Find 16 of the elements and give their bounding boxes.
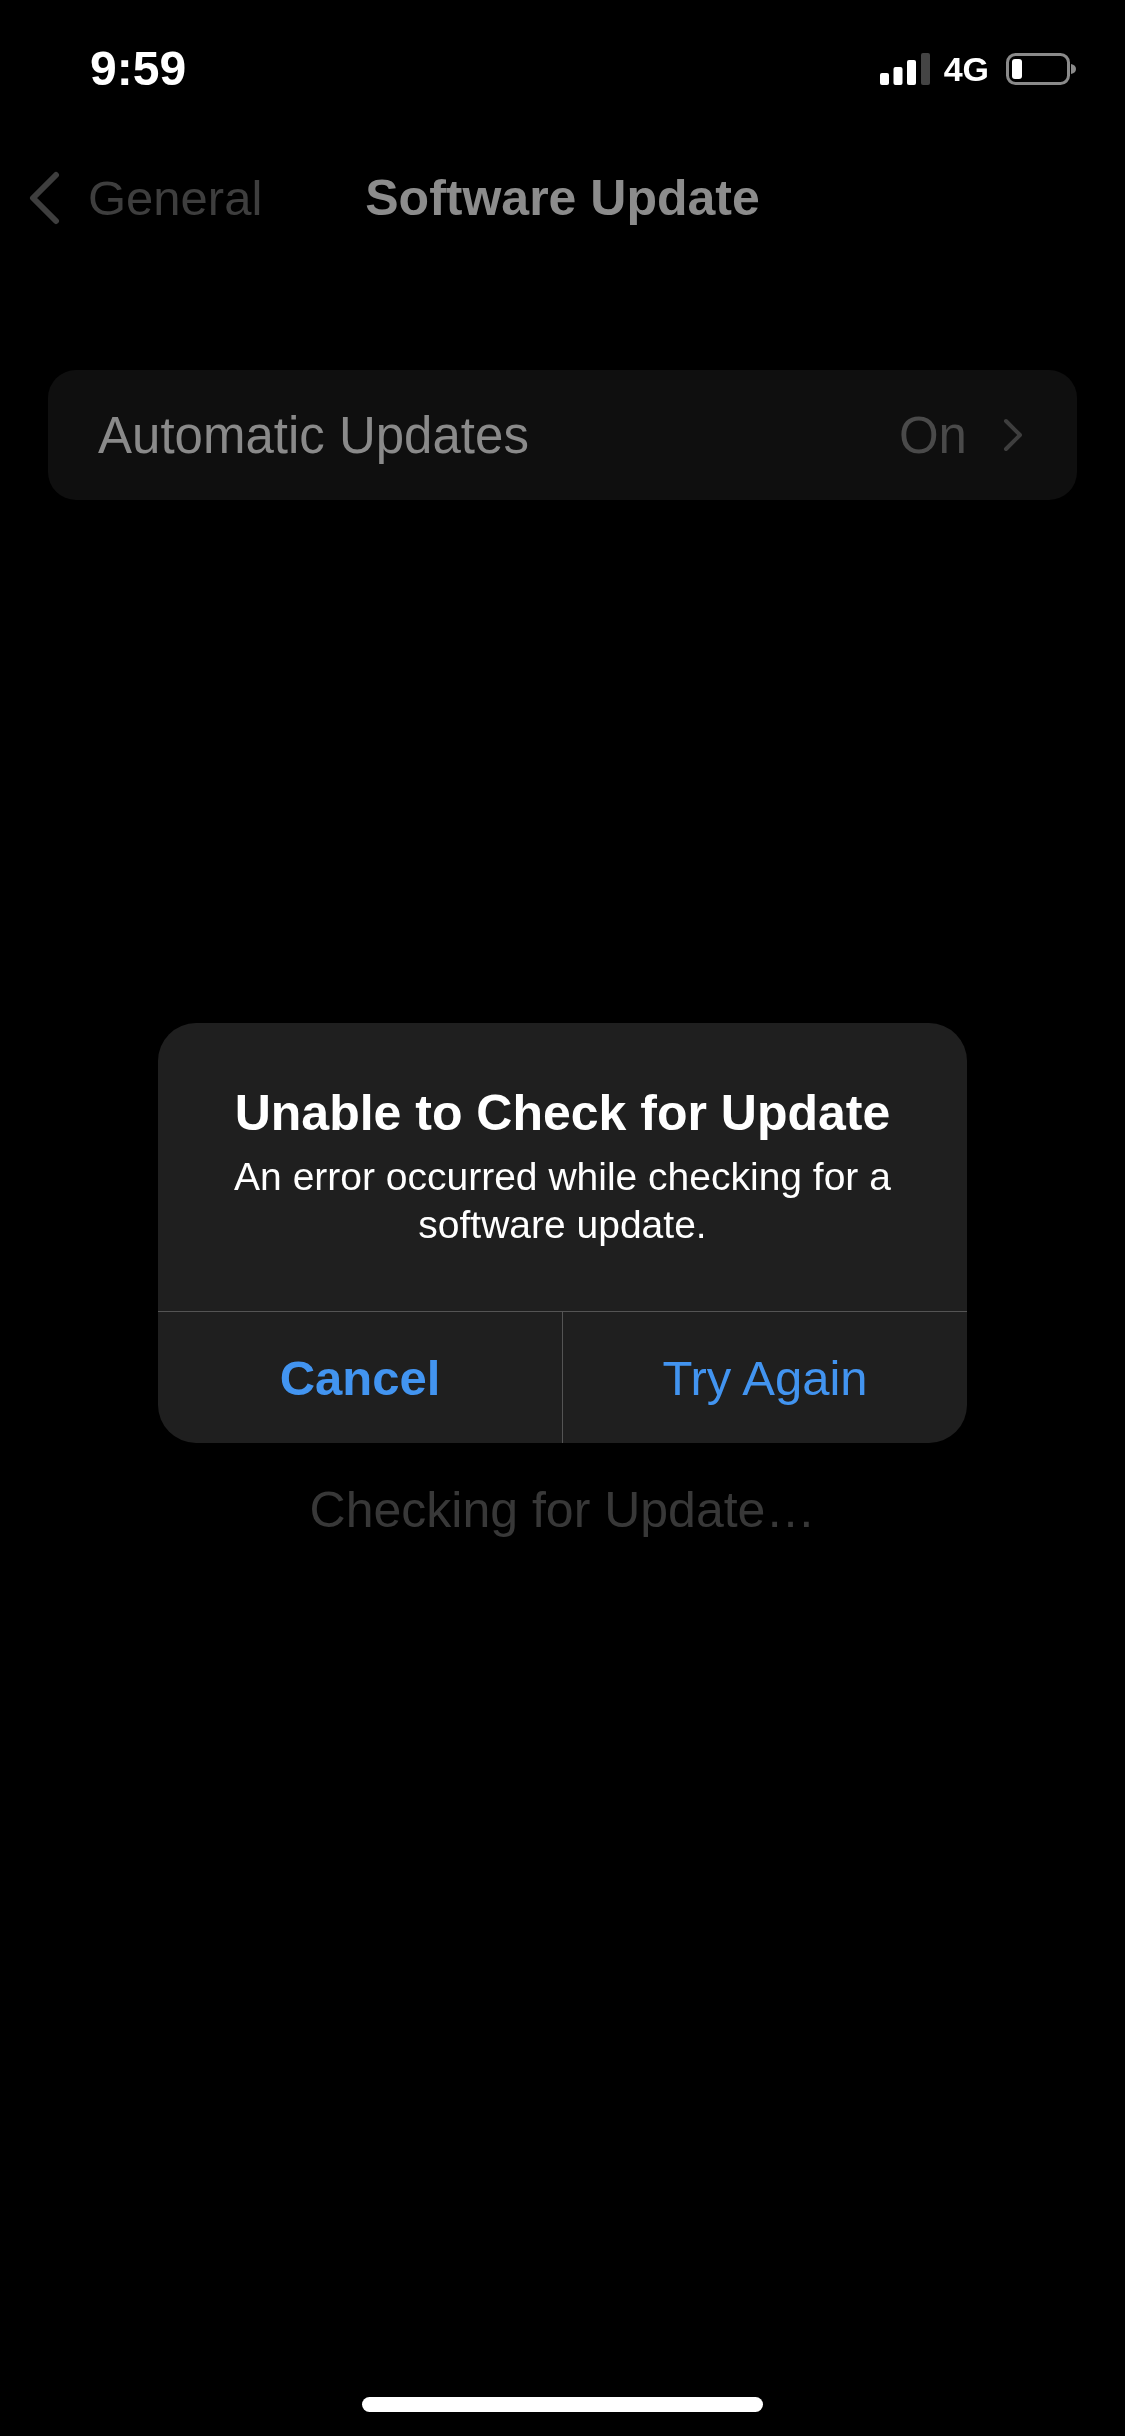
chevron-left-icon bbox=[27, 171, 61, 225]
cellular-signal-icon bbox=[879, 53, 930, 85]
setting-value: On bbox=[898, 405, 967, 465]
alert-title: Unable to Check for Update bbox=[234, 1084, 891, 1143]
settings-row[interactable]: Automatic Updates On bbox=[48, 370, 1077, 500]
network-type: 4G bbox=[943, 52, 989, 86]
status-time: 9:59 bbox=[90, 45, 187, 93]
alert-message: An error occurred while checking for a software update. bbox=[233, 1154, 892, 1248]
cancel-button[interactable]: Cancel bbox=[158, 1312, 562, 1443]
setting-label: Automatic Updates bbox=[98, 405, 529, 465]
status-text: Checking for Update… bbox=[309, 1481, 816, 1540]
battery-icon bbox=[1006, 53, 1076, 85]
action-button[interactable]: Try Again bbox=[562, 1312, 967, 1443]
home-indicator[interactable] bbox=[362, 2397, 763, 2412]
chevron-right-icon bbox=[1003, 418, 1023, 452]
page-title: Software Update bbox=[365, 169, 760, 228]
